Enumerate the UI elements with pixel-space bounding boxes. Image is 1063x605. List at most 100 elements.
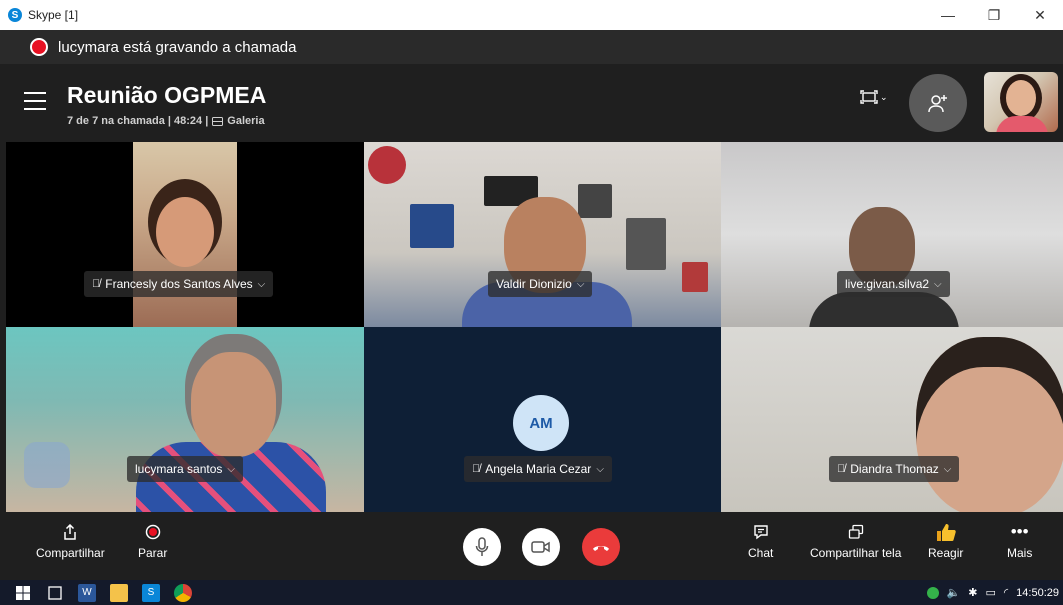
- participant-tile[interactable]: lucymara santos ⌵: [6, 327, 364, 512]
- participant-face: [156, 197, 214, 267]
- word-icon[interactable]: W: [78, 583, 96, 602]
- participant-name: Diandra Thomaz: [850, 462, 939, 476]
- chevron-down-icon: ⌵: [943, 463, 952, 475]
- wall-poster: [626, 218, 666, 270]
- camera-button[interactable]: [522, 528, 560, 566]
- minimize-button[interactable]: —: [925, 0, 971, 30]
- call-toolbar: Compartilhar Parar Chat Compartilhar tel…: [0, 512, 1063, 580]
- wall-poster: [682, 262, 708, 292]
- participant-body: [809, 292, 959, 327]
- meeting-status: 7 de 7 na chamada | 48:24 | Galeria: [67, 115, 265, 127]
- fit-screen-icon: [860, 90, 878, 104]
- participant-name: live:givan.silva2: [845, 277, 930, 291]
- react-label: Reagir: [928, 546, 964, 560]
- participant-name-badge[interactable]: 🎙̸ Francesly dos Santos Alves ⌵: [84, 271, 274, 297]
- mic-off-icon: 🎙̸: [837, 463, 846, 475]
- call-status-text: 7 de 7 na chamada | 48:24 |: [67, 115, 209, 127]
- close-button[interactable]: ✕: [1017, 0, 1063, 30]
- wifi-icon[interactable]: ◜: [1004, 586, 1008, 599]
- stop-recording-button[interactable]: Parar: [138, 518, 167, 560]
- mic-off-icon: 🎙̸: [92, 278, 101, 290]
- participant-name: Angela Maria Cezar: [485, 462, 592, 476]
- chevron-down-icon: ⌵: [934, 278, 942, 290]
- more-label: Mais: [1007, 546, 1033, 560]
- stop-label: Parar: [138, 546, 168, 560]
- skype-logo-icon: [24, 442, 70, 488]
- share-screen-icon: [848, 518, 864, 546]
- participant-tile[interactable]: 🎙̸ Francesly dos Santos Alves ⌵: [6, 142, 364, 327]
- chevron-down-icon: ⌵: [576, 278, 585, 290]
- participant-tile[interactable]: Valdir Dionizio ⌵: [364, 142, 721, 327]
- add-participant-button[interactable]: [909, 74, 967, 132]
- participant-name-badge[interactable]: 🎙̸ Angela Maria Cezar ⌵: [464, 456, 612, 482]
- speaker-icon[interactable]: 🔈: [947, 586, 961, 599]
- chevron-down-icon: ⌵: [596, 463, 604, 475]
- record-icon: [145, 518, 161, 546]
- participant-tile[interactable]: 🎙̸ Diandra Thomaz ⌵: [721, 327, 1063, 512]
- self-face: [1006, 80, 1036, 116]
- participant-name-badge[interactable]: live:givan.silva2 ⌵: [837, 271, 950, 297]
- end-call-button[interactable]: [582, 528, 620, 566]
- security-icon[interactable]: [926, 586, 939, 599]
- battery-icon[interactable]: ▭: [986, 586, 996, 599]
- chrome-icon[interactable]: [174, 583, 192, 602]
- skype-taskbar-icon[interactable]: S: [142, 583, 160, 602]
- hamburger-menu-icon[interactable]: [24, 92, 46, 110]
- share-button[interactable]: Compartilhar: [36, 518, 105, 560]
- recording-banner: lucymara está gravando a chamada: [0, 30, 1063, 64]
- more-dots-icon: •••: [1010, 522, 1029, 541]
- clock-time[interactable]: 14:50:29: [1016, 587, 1059, 599]
- video-gallery: 🎙̸ Francesly dos Santos Alves ⌵ Valdir D…: [6, 142, 1063, 512]
- chat-icon: [753, 518, 769, 546]
- mic-off-icon: 🎙̸: [472, 463, 481, 475]
- file-explorer-icon[interactable]: [110, 583, 128, 602]
- more-button[interactable]: ••• Mais: [1007, 518, 1032, 560]
- microphone-button[interactable]: [463, 528, 501, 566]
- participant-face: [191, 352, 276, 457]
- participant-tile[interactable]: AM 🎙̸ Angela Maria Cezar ⌵: [364, 327, 721, 512]
- participant-name-badge[interactable]: Valdir Dionizio ⌵: [488, 271, 593, 297]
- skype-logo-icon: S: [8, 8, 22, 22]
- recording-text: lucymara está gravando a chamada: [58, 38, 297, 56]
- bluetooth-icon[interactable]: ✱: [968, 586, 977, 599]
- wall-poster: [578, 184, 612, 218]
- chat-label: Chat: [748, 546, 774, 560]
- microphone-icon: [475, 537, 489, 556]
- participant-name: Valdir Dionizio: [496, 277, 572, 291]
- video-camera-icon: [531, 541, 550, 553]
- add-person-icon: [928, 95, 947, 113]
- thumbs-up-icon: [935, 518, 957, 546]
- participant-name-badge[interactable]: lucymara santos ⌵: [127, 456, 243, 482]
- fit-screen-button[interactable]: ⌄: [860, 90, 888, 104]
- windows-taskbar: W S 🔈 ✱ ▭ ◜ 14:50:29: [0, 580, 1063, 605]
- task-view-icon[interactable]: [46, 584, 64, 602]
- self-shirt: [996, 116, 1048, 132]
- participant-name: lucymara santos: [135, 462, 223, 476]
- chevron-down-icon: ⌵: [227, 463, 235, 475]
- wall-poster: [368, 146, 406, 184]
- system-tray: 🔈 ✱ ▭ ◜ 14:50:29: [926, 580, 1059, 605]
- view-mode-label[interactable]: Galeria: [227, 115, 264, 127]
- restore-button[interactable]: ❐: [971, 0, 1017, 30]
- recording-icon: [30, 38, 48, 56]
- self-video-preview[interactable]: [984, 72, 1058, 132]
- share-screen-label: Compartilhar tela: [810, 546, 902, 560]
- gallery-icon: [212, 116, 224, 126]
- window-controls: — ❐ ✕: [925, 0, 1063, 30]
- share-label: Compartilhar: [36, 546, 105, 560]
- share-icon: [63, 518, 77, 546]
- chat-button[interactable]: Chat: [748, 518, 773, 560]
- participant-tile[interactable]: live:givan.silva2 ⌵: [721, 142, 1063, 327]
- participant-name: Francesly dos Santos Alves: [105, 277, 253, 291]
- chevron-down-icon: ⌄: [880, 91, 888, 102]
- window-titlebar: S Skype [1] — ❐ ✕: [0, 0, 1063, 30]
- share-screen-button[interactable]: Compartilhar tela: [810, 518, 901, 560]
- avatar: AM: [513, 395, 569, 451]
- hang-up-icon: [593, 546, 609, 551]
- window-title: Skype [1]: [28, 8, 79, 22]
- participant-name-badge[interactable]: 🎙̸ Diandra Thomaz ⌵: [829, 456, 960, 482]
- call-header: Reunião OGPMEA 7 de 7 na chamada | 48:24…: [0, 64, 1063, 142]
- participant-face: [916, 337, 1063, 512]
- react-button[interactable]: Reagir: [928, 518, 963, 560]
- windows-start-icon[interactable]: [14, 584, 32, 602]
